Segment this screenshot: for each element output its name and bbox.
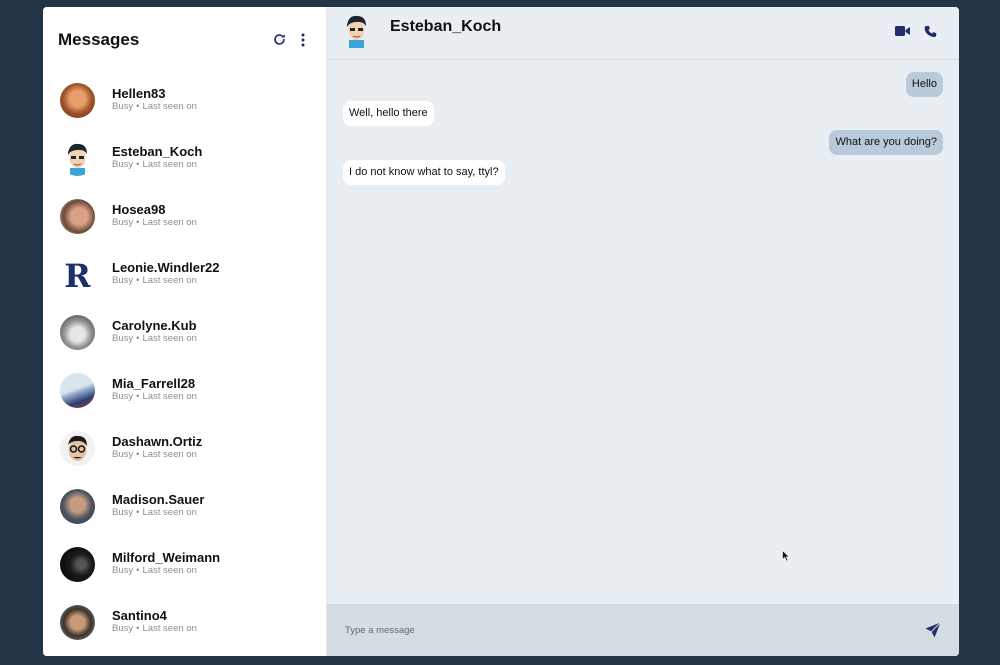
message-thread: Hello Well, hello there What are you doi… <box>327 60 959 604</box>
avatar <box>60 488 95 524</box>
contact-item-santino4[interactable]: Santino4 Busy • Last seen on <box>43 593 326 651</box>
avatar <box>60 430 95 466</box>
message-bubble-incoming: I do not know what to say, ttyl? <box>343 160 505 185</box>
video-camera-icon[interactable] <box>894 23 910 39</box>
chat-header: Esteban_Koch <box>327 7 959 60</box>
contact-item-carolyne-kub[interactable]: Carolyne.Kub Busy • Last seen on <box>43 303 326 361</box>
avatar <box>60 140 95 176</box>
letter-r-logo-avatar: R <box>60 256 95 292</box>
contact-name: Madison.Sauer <box>112 492 205 507</box>
avatar <box>60 546 95 582</box>
message-input[interactable] <box>345 620 923 641</box>
contact-status: Busy • Last seen on <box>112 449 197 460</box>
contact-item-madison-sauer[interactable]: Madison.Sauer Busy • Last seen on <box>43 477 326 535</box>
contact-name: Milford_Weimann <box>112 550 221 565</box>
phone-icon[interactable] <box>923 23 937 39</box>
avatar <box>60 198 95 234</box>
contact-status: Busy • Last seen on <box>112 565 197 576</box>
avatar <box>60 314 95 350</box>
contact-status: Busy • Last seen on <box>112 333 197 344</box>
contact-name: Hellen83 <box>112 86 166 101</box>
contact-name: Santino4 <box>112 608 167 623</box>
contact-name: Leonie.Windler22 <box>112 260 220 275</box>
contact-item-esteban-koch[interactable]: Esteban_Koch Busy • Last seen on <box>43 129 326 187</box>
contact-item-mia-farrell28[interactable]: Mia_Farrell28 Busy • Last seen on <box>43 361 326 419</box>
contact-status: Busy • Last seen on <box>112 391 197 402</box>
sidebar-title: Messages <box>58 30 140 49</box>
contact-list: Hellen83 Busy • Last seen on Esteban_Koc… <box>43 71 326 651</box>
mouse-cursor-icon <box>782 550 790 562</box>
contact-name: Dashawn.Ortiz <box>112 434 203 449</box>
chat-contact-name: Esteban_Koch <box>390 18 502 35</box>
svg-text:R: R <box>64 257 91 292</box>
avatar <box>60 604 95 640</box>
contact-item-leonie-windler22[interactable]: R Leonie.Windler22 Busy • Last seen on <box>43 245 326 303</box>
contact-name: Carolyne.Kub <box>112 318 197 333</box>
contact-status: Busy • Last seen on <box>112 101 197 112</box>
refresh-icon[interactable] <box>272 32 286 48</box>
chat-avatar[interactable] <box>339 14 374 48</box>
sidebar: Messages Hellen83 Busy • Last seen on Es… <box>43 7 327 656</box>
contact-status: Busy • Last seen on <box>112 159 197 170</box>
sidebar-actions <box>272 32 310 48</box>
contact-status: Busy • Last seen on <box>112 275 197 286</box>
contact-item-hellen83[interactable]: Hellen83 Busy • Last seen on <box>43 71 326 129</box>
contact-name: Hosea98 <box>112 202 166 217</box>
sidebar-header: Messages <box>43 7 326 71</box>
message-bubble-incoming: Well, hello there <box>343 101 434 126</box>
contact-item-milford-weimann[interactable]: Milford_Weimann Busy • Last seen on <box>43 535 326 593</box>
send-icon[interactable] <box>923 620 943 640</box>
message-composer <box>327 604 959 656</box>
message-bubble-outgoing: What are you doing? <box>829 130 943 155</box>
contact-item-dashawn-ortiz[interactable]: Dashawn.Ortiz Busy • Last seen on <box>43 419 326 477</box>
avatar <box>60 82 95 118</box>
avatar <box>60 372 95 408</box>
more-vertical-icon[interactable] <box>296 32 310 48</box>
contact-name: Mia_Farrell28 <box>112 376 196 391</box>
contact-name: Esteban_Koch <box>112 144 203 159</box>
messenger-window: Messages Hellen83 Busy • Last seen on Es… <box>43 7 959 656</box>
contact-status: Busy • Last seen on <box>112 623 197 634</box>
message-bubble-outgoing: Hello <box>905 72 943 97</box>
contact-status: Busy • Last seen on <box>112 217 197 228</box>
chat-header-actions <box>894 23 937 39</box>
chat-panel: Esteban_Koch Hello Well, hello there Wha… <box>327 7 959 656</box>
contact-item-hosea98[interactable]: Hosea98 Busy • Last seen on <box>43 187 326 245</box>
contact-status: Busy • Last seen on <box>112 507 197 518</box>
